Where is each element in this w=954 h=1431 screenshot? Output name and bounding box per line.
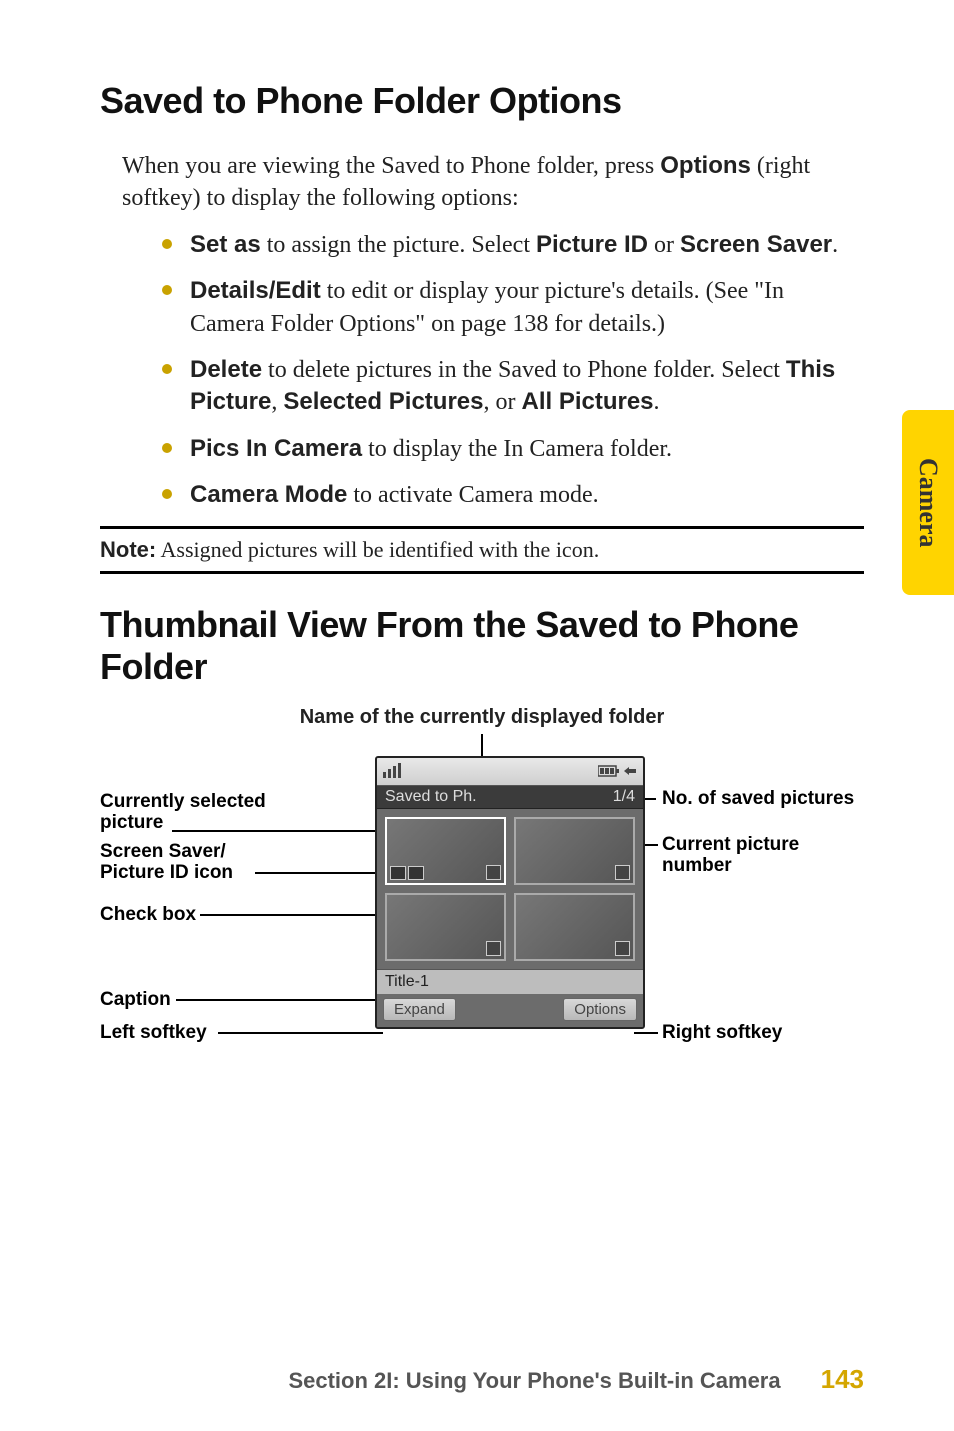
left-softkey[interactable]: Expand xyxy=(383,998,456,1021)
bullet-bold: Delete xyxy=(190,356,262,383)
bullet-bold: Pics In Camera xyxy=(190,435,362,462)
bullet-delete: Delete to delete pictures in the Saved t… xyxy=(162,354,864,419)
label-screensaver-icon: Screen Saver/ Picture ID icon xyxy=(100,841,260,885)
assigned-icons xyxy=(390,866,424,880)
bullet-set-as: Set as to assign the picture. Select Pic… xyxy=(162,229,864,261)
callout-line xyxy=(634,1032,658,1034)
intro-text-a: When you are viewing the Saved to Phone … xyxy=(122,153,660,179)
checkbox[interactable] xyxy=(486,941,501,956)
bullet-bold: Camera Mode xyxy=(190,481,347,508)
side-tab-label: Camera xyxy=(913,458,943,548)
label-selected-picture: Currently selected picture xyxy=(100,791,290,835)
signal-icon xyxy=(383,762,407,781)
callout-line xyxy=(200,914,390,916)
status-bar xyxy=(377,758,643,786)
battery-sync-icon xyxy=(598,764,637,778)
picture-id-icon xyxy=(408,866,424,880)
callout-line-top xyxy=(481,734,483,756)
caption-bar: Title-1 xyxy=(377,969,643,994)
folder-name-text: Saved to Ph. xyxy=(385,788,477,806)
options-list: Set as to assign the picture. Select Pic… xyxy=(162,229,864,512)
bullet-bold-3: Selected Pictures xyxy=(283,388,483,415)
page-body: Saved to Phone Folder Options When you a… xyxy=(0,0,954,1136)
label-left-softkey: Left softkey xyxy=(100,1022,207,1044)
bullet-text: to delete pictures in the Saved to Phone… xyxy=(262,357,786,383)
bullet-bold-3: Screen Saver xyxy=(680,231,832,258)
thumbnail-3[interactable] xyxy=(385,893,506,961)
bullet-end: . xyxy=(832,232,838,258)
heading-thumbnail-view: Thumbnail View From the Saved to Phone F… xyxy=(100,604,864,688)
diagram: Name of the currently displayed folder C… xyxy=(100,706,864,1096)
callout-line xyxy=(644,844,658,846)
label-num-saved: No. of saved pictures xyxy=(662,788,854,810)
label-current-number: Current picture number xyxy=(662,834,864,878)
intro-bold-options: Options xyxy=(660,152,751,179)
checkbox[interactable] xyxy=(486,865,501,880)
note-text: Assigned pictures will be identified wit… xyxy=(156,537,599,562)
bullet-mid: , xyxy=(271,389,283,415)
bullet-text: to display the In Camera folder. xyxy=(362,436,672,462)
screensaver-icon xyxy=(390,866,406,880)
checkbox[interactable] xyxy=(615,865,630,880)
side-tab: Camera xyxy=(902,410,954,595)
note-block: Note: Assigned pictures will be identifi… xyxy=(100,526,864,574)
callout-line xyxy=(218,1032,383,1034)
bullet-text: to assign the picture. Select xyxy=(261,232,536,258)
label-folder-name: Name of the currently displayed folder xyxy=(100,706,864,729)
label-right-softkey: Right softkey xyxy=(662,1022,782,1044)
footer-page-number: 143 xyxy=(821,1364,864,1395)
label-check-box: Check box xyxy=(100,904,196,926)
bullet-mid: or xyxy=(648,232,680,258)
callout-line xyxy=(172,830,382,832)
phone-screen: Saved to Ph. 1/4 xyxy=(375,756,645,1029)
right-softkey[interactable]: Options xyxy=(563,998,637,1021)
page-footer: Section 2I: Using Your Phone's Built-in … xyxy=(288,1364,864,1395)
thumbnail-grid xyxy=(377,809,643,969)
bullet-bold: Details/Edit xyxy=(190,277,321,304)
heading-saved-options: Saved to Phone Folder Options xyxy=(100,80,864,122)
bullet-pics-in-camera: Pics In Camera to display the In Camera … xyxy=(162,433,864,465)
footer-section: Section 2I: Using Your Phone's Built-in … xyxy=(288,1368,780,1394)
bullet-bold-2: Picture ID xyxy=(536,231,648,258)
bullet-bold-4: All Pictures xyxy=(521,388,653,415)
bullet-end: . xyxy=(654,389,660,415)
softkey-row: Expand Options xyxy=(377,994,643,1027)
bullet-details-edit: Details/Edit to edit or display your pic… xyxy=(162,275,864,340)
label-caption: Caption xyxy=(100,989,171,1011)
thumbnail-4[interactable] xyxy=(514,893,635,961)
bullet-mid-2: , or xyxy=(483,389,521,415)
thumbnail-1[interactable] xyxy=(385,817,506,885)
bullet-bold: Set as xyxy=(190,231,261,258)
folder-title-bar: Saved to Ph. 1/4 xyxy=(377,786,643,809)
intro-paragraph: When you are viewing the Saved to Phone … xyxy=(122,150,864,215)
thumbnail-2[interactable] xyxy=(514,817,635,885)
note-label: Note: xyxy=(100,537,156,562)
callout-line xyxy=(255,872,385,874)
bullet-text: to activate Camera mode. xyxy=(347,482,598,508)
bullet-camera-mode: Camera Mode to activate Camera mode. xyxy=(162,479,864,511)
callout-line xyxy=(176,999,376,1001)
picture-counter: 1/4 xyxy=(613,788,635,806)
checkbox[interactable] xyxy=(615,941,630,956)
